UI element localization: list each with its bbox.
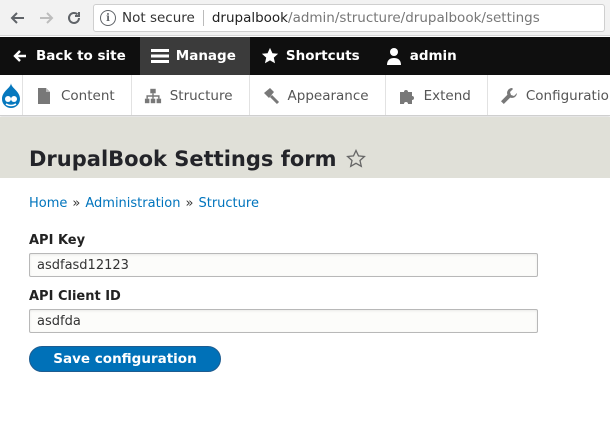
admin-toolbar: Back to site Manage Shortcuts admin bbox=[0, 37, 610, 75]
breadcrumb-separator: » bbox=[185, 196, 194, 211]
info-icon[interactable]: i bbox=[100, 10, 116, 26]
user-icon bbox=[384, 46, 404, 66]
menu-extend-label: Extend bbox=[423, 87, 471, 104]
breadcrumb-administration[interactable]: Administration bbox=[85, 196, 180, 211]
menu-content[interactable]: Content bbox=[23, 75, 132, 115]
menu-structure-label: Structure bbox=[169, 87, 233, 104]
star-icon bbox=[260, 46, 280, 66]
menu-appearance[interactable]: Appearance bbox=[250, 75, 386, 115]
reload-icon[interactable] bbox=[62, 6, 86, 30]
user-tab[interactable]: admin bbox=[374, 37, 471, 75]
menu-structure[interactable]: Structure bbox=[132, 75, 250, 115]
admin-menu-tray: Content Structure Appearance Extend Conf… bbox=[0, 75, 610, 116]
url-domain: drupalbook bbox=[211, 10, 289, 26]
page-title-text: DrupalBook Settings form bbox=[29, 147, 337, 171]
address-bar[interactable]: i Not secure drupalbook/admin/structure/… bbox=[93, 4, 605, 32]
paintbrush-icon bbox=[262, 87, 280, 105]
url-path: /admin/structure/drupalbook/settings bbox=[288, 10, 540, 26]
menu-appearance-label: Appearance bbox=[287, 87, 369, 104]
page-header: DrupalBook Settings form bbox=[0, 117, 610, 178]
drupal-logo-icon[interactable] bbox=[0, 75, 23, 115]
security-status: Not secure bbox=[122, 10, 195, 26]
breadcrumb-separator: » bbox=[72, 196, 81, 211]
shortcuts-tab[interactable]: Shortcuts bbox=[250, 37, 374, 75]
sitemap-icon bbox=[144, 87, 162, 105]
page-title: DrupalBook Settings form bbox=[29, 147, 366, 171]
manage-tab[interactable]: Manage bbox=[139, 37, 250, 75]
manage-label: Manage bbox=[175, 48, 236, 64]
wrench-icon bbox=[500, 87, 518, 105]
api-key-input[interactable] bbox=[29, 253, 538, 277]
save-configuration-button[interactable]: Save configuration bbox=[29, 346, 221, 372]
browser-toolbar: i Not secure drupalbook/admin/structure/… bbox=[0, 0, 610, 36]
forward-arrow-icon[interactable] bbox=[34, 6, 58, 30]
file-icon bbox=[35, 87, 53, 105]
api-client-id-input[interactable] bbox=[29, 309, 538, 333]
breadcrumb-structure[interactable]: Structure bbox=[198, 196, 258, 211]
shortcuts-label: Shortcuts bbox=[285, 48, 360, 64]
hamburger-menu-icon bbox=[150, 46, 170, 66]
back-arrow-icon[interactable] bbox=[6, 6, 30, 30]
breadcrumb: Home » Administration » Structure bbox=[29, 196, 259, 211]
api-client-id-label: API Client ID bbox=[29, 289, 121, 304]
back-to-site-label: Back to site bbox=[36, 48, 126, 64]
add-shortcut-star-icon[interactable] bbox=[345, 149, 366, 169]
breadcrumb-home[interactable]: Home bbox=[29, 196, 67, 211]
menu-configuration-label: Configuration bbox=[525, 87, 610, 104]
url-divider bbox=[202, 10, 204, 26]
back-to-site-button[interactable]: Back to site bbox=[0, 37, 140, 75]
menu-content-label: Content bbox=[61, 87, 115, 104]
menu-configuration[interactable]: Configuration bbox=[488, 75, 610, 115]
user-label: admin bbox=[409, 48, 457, 64]
menu-extend[interactable]: Extend bbox=[386, 75, 488, 115]
arrow-left-icon bbox=[10, 46, 30, 66]
api-key-label: API Key bbox=[29, 233, 86, 248]
puzzle-icon bbox=[398, 87, 416, 105]
